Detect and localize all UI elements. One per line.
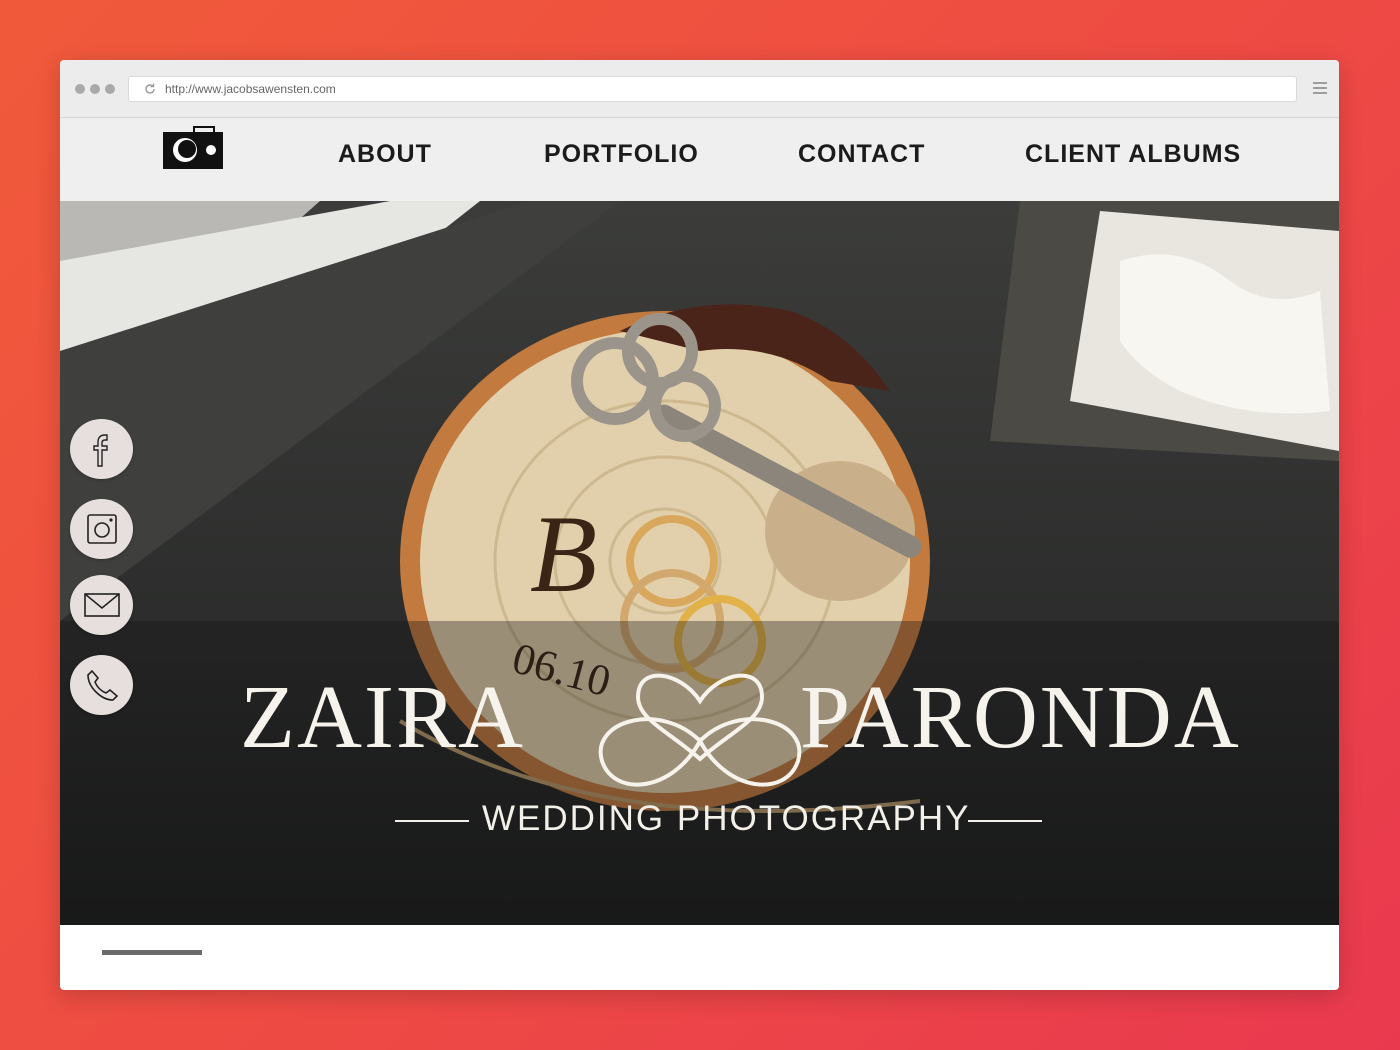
hero-name-right: PARONDA <box>800 668 1241 767</box>
nav-contact[interactable]: CONTACT <box>798 140 925 169</box>
nav-portfolio[interactable]: PORTFOLIO <box>544 140 699 169</box>
site-navigation: ABOUT PORTFOLIO CONTACT CLIENT ALBUMS <box>60 118 1339 201</box>
address-bar[interactable]: http://www.jacobsawensten.com <box>128 76 1297 102</box>
window-dot[interactable] <box>105 84 115 94</box>
nav-client-albums[interactable]: CLIENT ALBUMS <box>1025 140 1241 169</box>
reload-icon[interactable] <box>143 82 157 96</box>
camera-logo-icon[interactable] <box>163 124 223 169</box>
hero-banner: B 06.10 <box>60 201 1339 925</box>
instagram-icon <box>86 514 117 544</box>
facebook-button[interactable] <box>70 419 133 479</box>
url-text[interactable]: http://www.jacobsawensten.com <box>165 82 336 96</box>
hero-subtitle-row: WEDDING PHOTOGRAPHY <box>60 797 1339 841</box>
section-divider <box>102 950 202 955</box>
hamburger-menu-icon[interactable] <box>1313 82 1327 96</box>
window-dot[interactable] <box>75 84 85 94</box>
email-button[interactable] <box>70 575 133 635</box>
svg-text:B: B <box>530 493 597 615</box>
subtitle-rule-right <box>968 820 1042 822</box>
facebook-icon <box>92 434 108 467</box>
nav-about[interactable]: ABOUT <box>338 140 432 169</box>
instagram-button[interactable] <box>70 499 133 559</box>
window-controls[interactable] <box>75 84 115 94</box>
hero-subtitle: WEDDING PHOTOGRAPHY <box>482 799 971 838</box>
browser-window: http://www.jacobsawensten.com ABOUT PORT… <box>60 60 1339 990</box>
couple-names: ZAIRA PARONDA <box>60 663 1339 773</box>
mail-icon <box>83 593 120 617</box>
hero-name-left: ZAIRA <box>240 668 525 767</box>
window-dot[interactable] <box>90 84 100 94</box>
subtitle-rule-left <box>395 820 469 822</box>
browser-chrome: http://www.jacobsawensten.com <box>60 60 1339 118</box>
